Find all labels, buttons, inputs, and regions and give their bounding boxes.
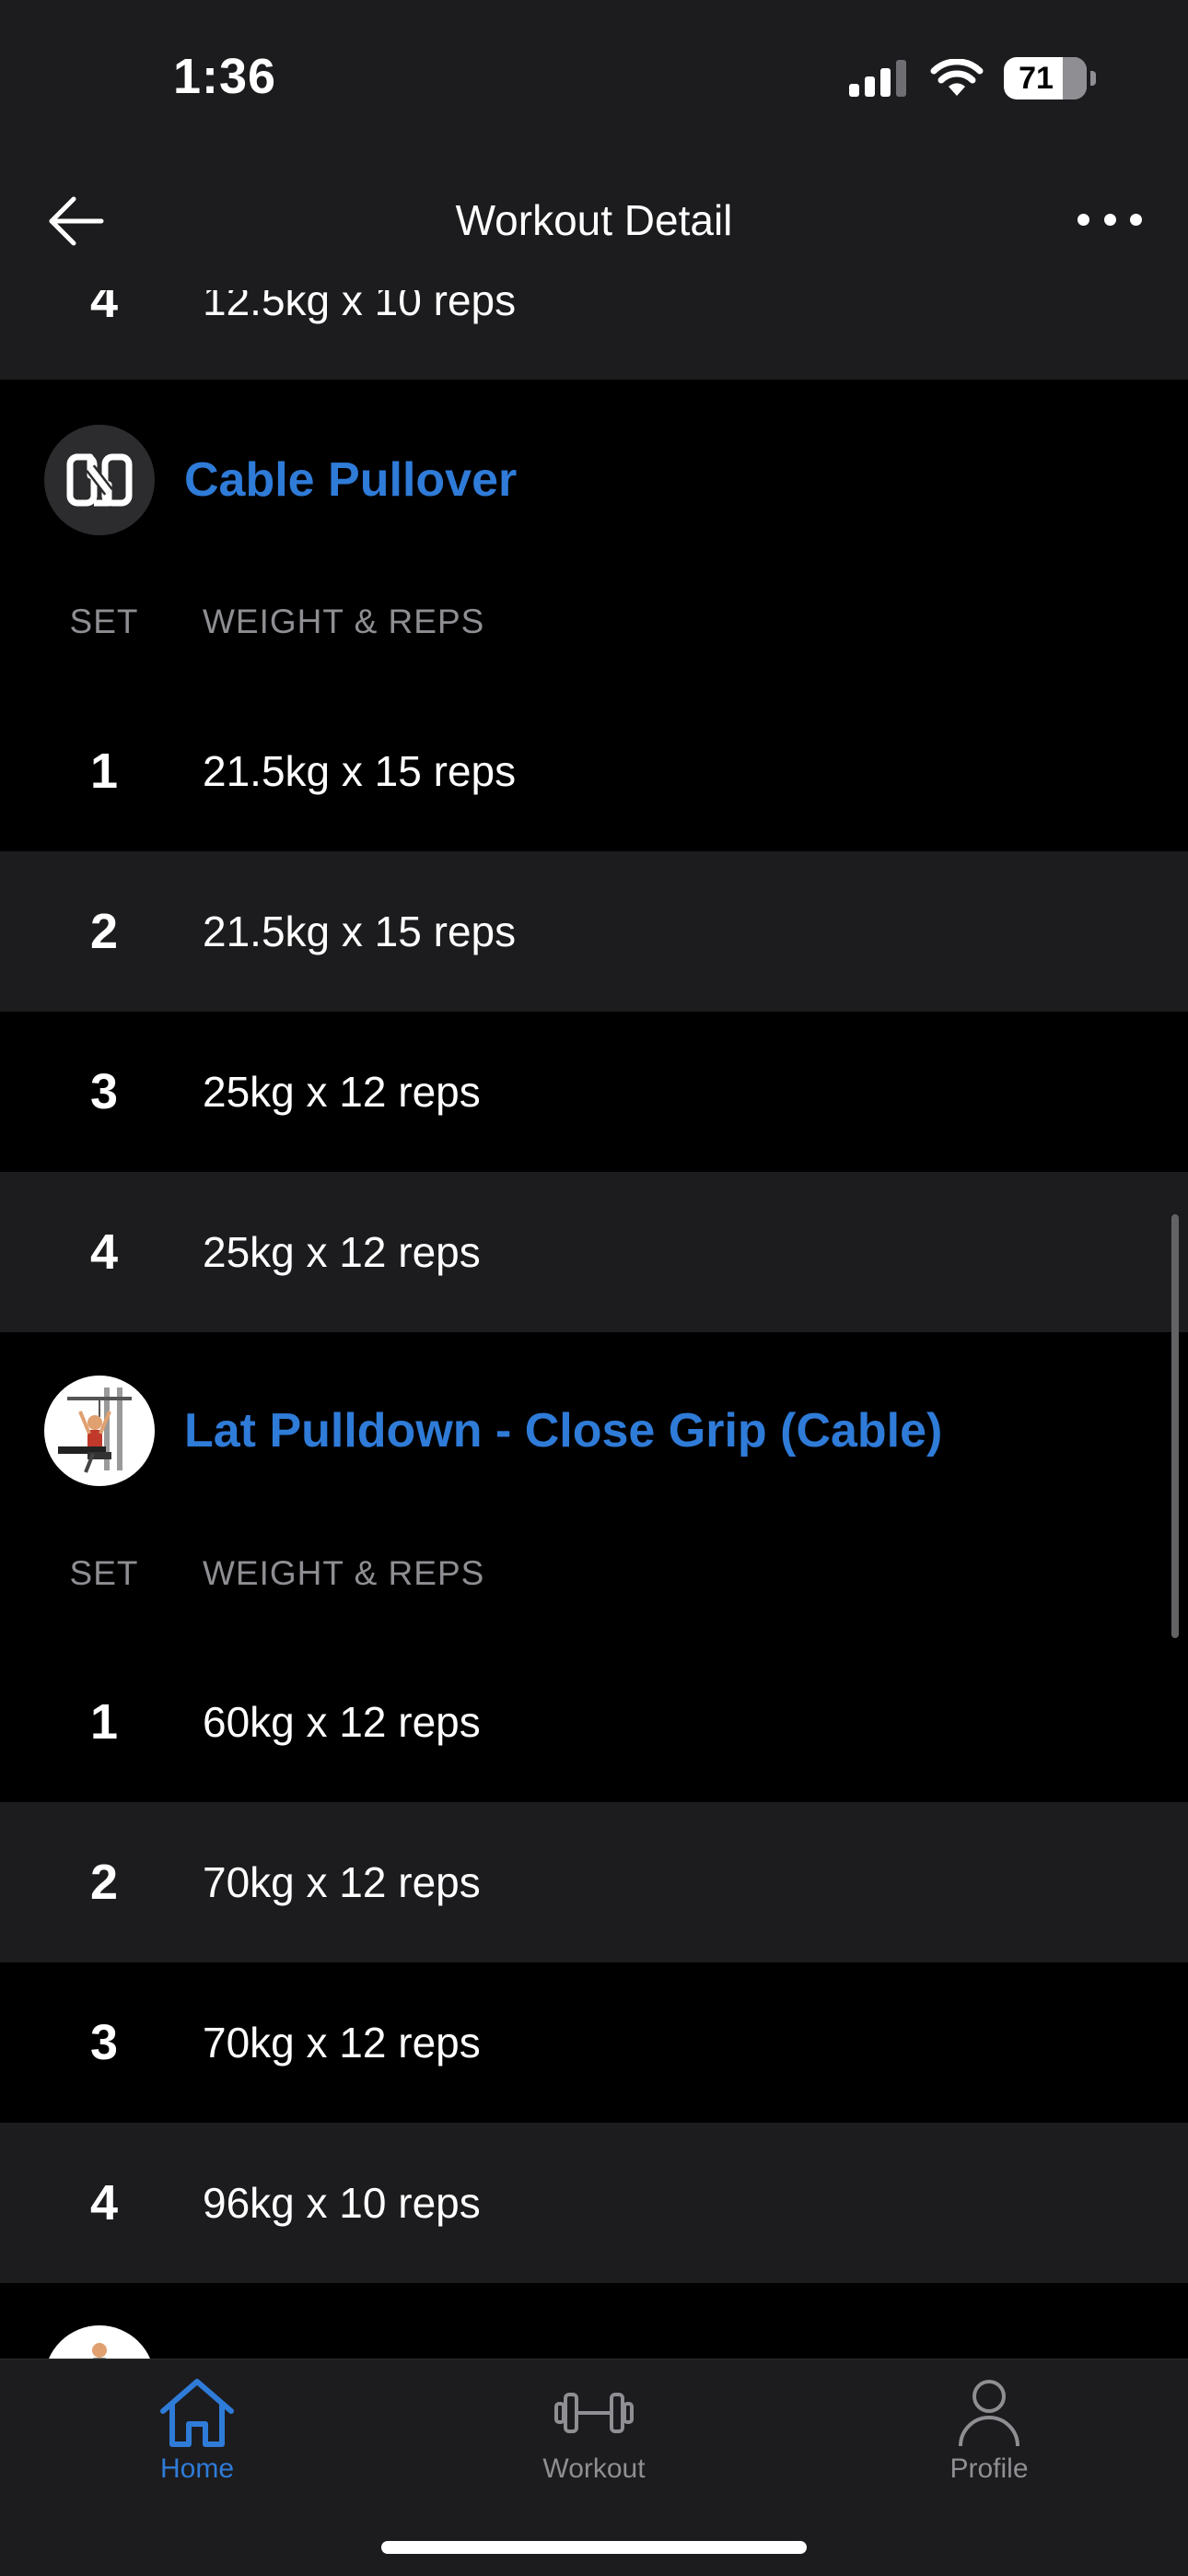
- wifi-icon: [930, 59, 984, 96]
- workout-detail-content: 4 12.5kg x 10 reps Cable Pullover SET WE…: [0, 0, 1188, 2436]
- page-title: Workout Detail: [455, 196, 733, 244]
- tab-workout[interactable]: Workout: [483, 2376, 705, 2485]
- set-weight-reps: 96kg x 10 reps: [203, 2179, 481, 2227]
- tab-label: Home: [159, 2453, 235, 2484]
- tab-home[interactable]: Home: [87, 2376, 308, 2485]
- more-dot: [1077, 213, 1089, 226]
- cellular-signal-icon: [849, 60, 906, 97]
- lat-pulldown-illustration-icon: [58, 1387, 132, 1473]
- cable-logo-icon: [66, 453, 133, 506]
- scrollbar[interactable]: [1171, 1214, 1179, 1638]
- column-headers: SET WEIGHT & REPS: [0, 599, 1188, 645]
- table-row: 2 21.5kg x 15 reps: [0, 851, 1188, 1012]
- status-time: 1:36: [173, 49, 277, 104]
- more-options-button[interactable]: [1077, 201, 1142, 238]
- column-header-weight-reps: WEIGHT & REPS: [203, 1554, 485, 1592]
- set-number: 4: [89, 2175, 119, 2231]
- home-icon: [160, 2379, 234, 2447]
- set-number: 3: [89, 2015, 119, 2070]
- set-weight-reps: 70kg x 12 reps: [203, 1858, 481, 1906]
- set-number: 3: [89, 1064, 119, 1119]
- table-row: 1 21.5kg x 15 reps: [0, 691, 1188, 851]
- table-row: 1 60kg x 12 reps: [0, 1642, 1188, 1802]
- exercise-header[interactable]: Lat Pulldown - Close Grip (Cable): [0, 1373, 1188, 1488]
- exercise-name[interactable]: Cable Pullover: [184, 452, 517, 508]
- more-dot: [1103, 213, 1116, 226]
- exercise-header[interactable]: Cable Pullover: [0, 422, 1188, 537]
- set-weight-reps: 60kg x 12 reps: [203, 1698, 481, 1746]
- exercise-thumbnail: [44, 1375, 155, 1486]
- battery-level: 71: [1019, 60, 1054, 96]
- set-number: 4: [89, 1224, 119, 1280]
- column-header-weight-reps: WEIGHT & REPS: [203, 603, 485, 640]
- person-icon: [959, 2380, 1019, 2447]
- column-header-set: SET: [69, 1554, 139, 1592]
- set-weight-reps: 25kg x 12 reps: [203, 1068, 481, 1116]
- set-weight-reps: 70kg x 12 reps: [203, 2019, 481, 2067]
- table-row: 2 70kg x 12 reps: [0, 1802, 1188, 1962]
- set-weight-reps: 25kg x 12 reps: [203, 1228, 481, 1276]
- battery-icon: 71: [1004, 57, 1096, 100]
- table-row: 3 70kg x 12 reps: [0, 1962, 1188, 2123]
- exercise-name[interactable]: Lat Pulldown - Close Grip (Cable): [184, 1403, 942, 1458]
- table-row: 4 96kg x 10 reps: [0, 2123, 1188, 2283]
- set-number: 1: [89, 1694, 119, 1750]
- table-row: 3 25kg x 12 reps: [0, 1012, 1188, 1172]
- column-header-set: SET: [69, 603, 139, 640]
- navigation-bar: Workout Detail: [0, 157, 1188, 290]
- exercise-thumbnail: [44, 424, 155, 535]
- set-number: 1: [89, 744, 119, 799]
- dumbbell-icon: [554, 2393, 634, 2433]
- tab-label: Profile: [949, 2453, 1029, 2484]
- status-icons: 71: [849, 57, 1096, 100]
- table-row: 4 25kg x 12 reps: [0, 1172, 1188, 1332]
- column-headers: SET WEIGHT & REPS: [0, 1551, 1188, 1597]
- set-number: 2: [89, 1855, 119, 1910]
- home-indicator: [381, 2541, 807, 2554]
- more-dot: [1130, 213, 1142, 226]
- set-number: 2: [89, 904, 119, 959]
- set-weight-reps: 21.5kg x 15 reps: [203, 747, 517, 795]
- set-weight-reps: 21.5kg x 15 reps: [203, 907, 517, 955]
- tab-profile[interactable]: Profile: [879, 2376, 1100, 2485]
- status-bar: 1:36 71: [0, 0, 1188, 157]
- tab-label: Workout: [542, 2453, 646, 2484]
